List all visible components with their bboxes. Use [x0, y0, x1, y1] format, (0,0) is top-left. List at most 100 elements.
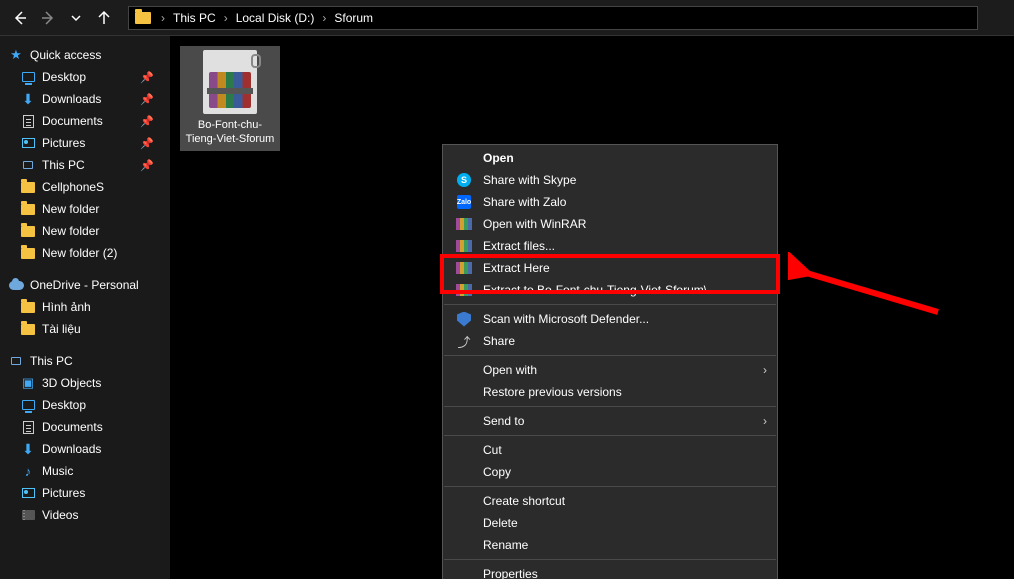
sidebar-item-documents[interactable]: Documents [2, 416, 168, 438]
folder-icon [20, 321, 36, 337]
ctx-label: Extract files... [483, 239, 555, 253]
sidebar-item-cellphones[interactable]: CellphoneS [2, 176, 168, 198]
address-bar[interactable]: › This PC › Local Disk (D:) › Sforum [128, 6, 978, 30]
ctx-label: Scan with Microsoft Defender... [483, 312, 649, 326]
cloud-icon [8, 277, 24, 293]
sidebar-item-downloads[interactable]: ⬇Downloads [2, 438, 168, 460]
separator [444, 559, 776, 560]
ctx-open[interactable]: Open [443, 147, 777, 169]
star-icon: ★ [8, 47, 24, 63]
folder-icon [20, 201, 36, 217]
sidebar-item-label: Pictures [42, 486, 85, 500]
ctx-share-skype[interactable]: SShare with Skype [443, 169, 777, 191]
breadcrumb[interactable]: This PC [169, 11, 220, 25]
sidebar-item-pictures[interactable]: Pictures [2, 482, 168, 504]
breadcrumb[interactable]: Local Disk (D:) [232, 11, 319, 25]
pc-icon [8, 353, 24, 369]
sidebar-item-label: CellphoneS [42, 180, 104, 194]
history-chevron[interactable] [64, 6, 88, 30]
pin-icon: 📌 [140, 115, 154, 128]
sidebar-item-documents[interactable]: Documents 📌 [2, 110, 168, 132]
chevron-right-icon: › [224, 11, 228, 25]
ctx-share[interactable]: ⤴Share [443, 330, 777, 352]
ctx-open-winrar[interactable]: Open with WinRAR [443, 213, 777, 235]
sidebar-thispc[interactable]: This PC [2, 350, 168, 372]
ctx-cut[interactable]: Cut [443, 439, 777, 461]
sidebar-item-label: OneDrive - Personal [30, 278, 139, 292]
forward-button[interactable] [36, 6, 60, 30]
sidebar-item-label: Tài liệu [42, 322, 81, 336]
ctx-label: Restore previous versions [483, 385, 622, 399]
ctx-label: Extract Here [483, 261, 550, 275]
content-area[interactable]: Bo-Font-chu-Tieng-Viet-Sforum Open SShar… [170, 36, 1014, 579]
ctx-label: Cut [483, 443, 502, 457]
share-icon: ⤴ [455, 332, 473, 350]
sidebar-item-desktop[interactable]: Desktop [2, 394, 168, 416]
zalo-icon: Zalo [455, 193, 473, 211]
sidebar-onedrive[interactable]: OneDrive - Personal [2, 274, 168, 296]
sidebar-item-thispc[interactable]: This PC📌 [2, 154, 168, 176]
sidebar-item-hinhanh[interactable]: Hình ảnh [2, 296, 168, 318]
ctx-share-zalo[interactable]: Zalo Share with Zalo [443, 191, 777, 213]
sidebar-item-label: Music [42, 464, 73, 478]
back-button[interactable] [8, 6, 32, 30]
sidebar-item-newfolder[interactable]: New folder [2, 220, 168, 242]
chevron-right-icon: › [322, 11, 326, 25]
sidebar-item-label: Videos [42, 508, 78, 522]
sidebar-item-newfolder[interactable]: New folder [2, 198, 168, 220]
download-icon: ⬇ [20, 91, 36, 107]
sidebar-quick-access[interactable]: ★ Quick access [2, 44, 168, 66]
ctx-rename[interactable]: Rename [443, 534, 777, 556]
ctx-send-to[interactable]: Send to› [443, 410, 777, 432]
sidebar-item-label: New folder [42, 202, 99, 216]
sidebar-item-label: Quick access [30, 48, 101, 62]
ctx-extract-files[interactable]: Extract files... [443, 235, 777, 257]
cube-icon: ▣ [20, 375, 36, 391]
sidebar-item-downloads[interactable]: ⬇Downloads📌 [2, 88, 168, 110]
folder-icon [20, 179, 36, 195]
chevron-right-icon: › [161, 11, 165, 25]
sidebar-item-label: New folder (2) [42, 246, 117, 260]
up-button[interactable] [92, 6, 116, 30]
separator [444, 486, 776, 487]
pin-icon: 📌 [140, 137, 154, 150]
ctx-extract-to[interactable]: Extract to Bo-Font-chu-Tieng-Viet-Sforum… [443, 279, 777, 301]
sidebar-item-label: This PC [30, 354, 73, 368]
breadcrumb[interactable]: Sforum [330, 11, 377, 25]
ctx-open-with[interactable]: Open with › [443, 359, 777, 381]
ctx-label: Rename [483, 538, 528, 552]
ctx-label: Properties [483, 567, 538, 579]
ctx-extract-here[interactable]: Extract Here [443, 257, 777, 279]
sidebar-item-newfolder2[interactable]: New folder (2) [2, 242, 168, 264]
ctx-properties[interactable]: Properties [443, 563, 777, 579]
music-icon: ♪ [20, 463, 36, 479]
separator [444, 355, 776, 356]
pin-icon: 📌 [140, 71, 154, 84]
sidebar-item-videos[interactable]: Videos [2, 504, 168, 526]
sidebar-item-pictures[interactable]: Pictures📌 [2, 132, 168, 154]
ctx-label: Share with Zalo [483, 195, 566, 209]
document-icon [20, 419, 36, 435]
sidebar-item-label: Documents [42, 114, 103, 128]
ctx-copy[interactable]: Copy [443, 461, 777, 483]
sidebar-item-3dobjects[interactable]: ▣3D Objects [2, 372, 168, 394]
ctx-delete[interactable]: Delete [443, 512, 777, 534]
document-icon [20, 113, 36, 129]
pin-icon: 📌 [140, 159, 154, 172]
sidebar-item-desktop[interactable]: Desktop 📌 [2, 66, 168, 88]
monitor-icon [20, 397, 36, 413]
skype-icon: S [455, 171, 473, 189]
ctx-create-shortcut[interactable]: Create shortcut [443, 490, 777, 512]
folder-icon [20, 299, 36, 315]
ctx-defender[interactable]: Scan with Microsoft Defender... [443, 308, 777, 330]
sidebar-item-label: Desktop [42, 70, 86, 84]
ctx-label: Extract to Bo-Font-chu-Tieng-Viet-Sforum… [483, 283, 707, 297]
chevron-right-icon: › [763, 363, 767, 377]
ctx-label: Open with [483, 363, 537, 377]
file-item[interactable]: Bo-Font-chu-Tieng-Viet-Sforum [180, 46, 280, 151]
video-icon [20, 507, 36, 523]
sidebar-item-music[interactable]: ♪ Music [2, 460, 168, 482]
sidebar-item-tailieu[interactable]: Tài liệu [2, 318, 168, 340]
download-icon: ⬇ [20, 441, 36, 457]
ctx-restore[interactable]: Restore previous versions [443, 381, 777, 403]
